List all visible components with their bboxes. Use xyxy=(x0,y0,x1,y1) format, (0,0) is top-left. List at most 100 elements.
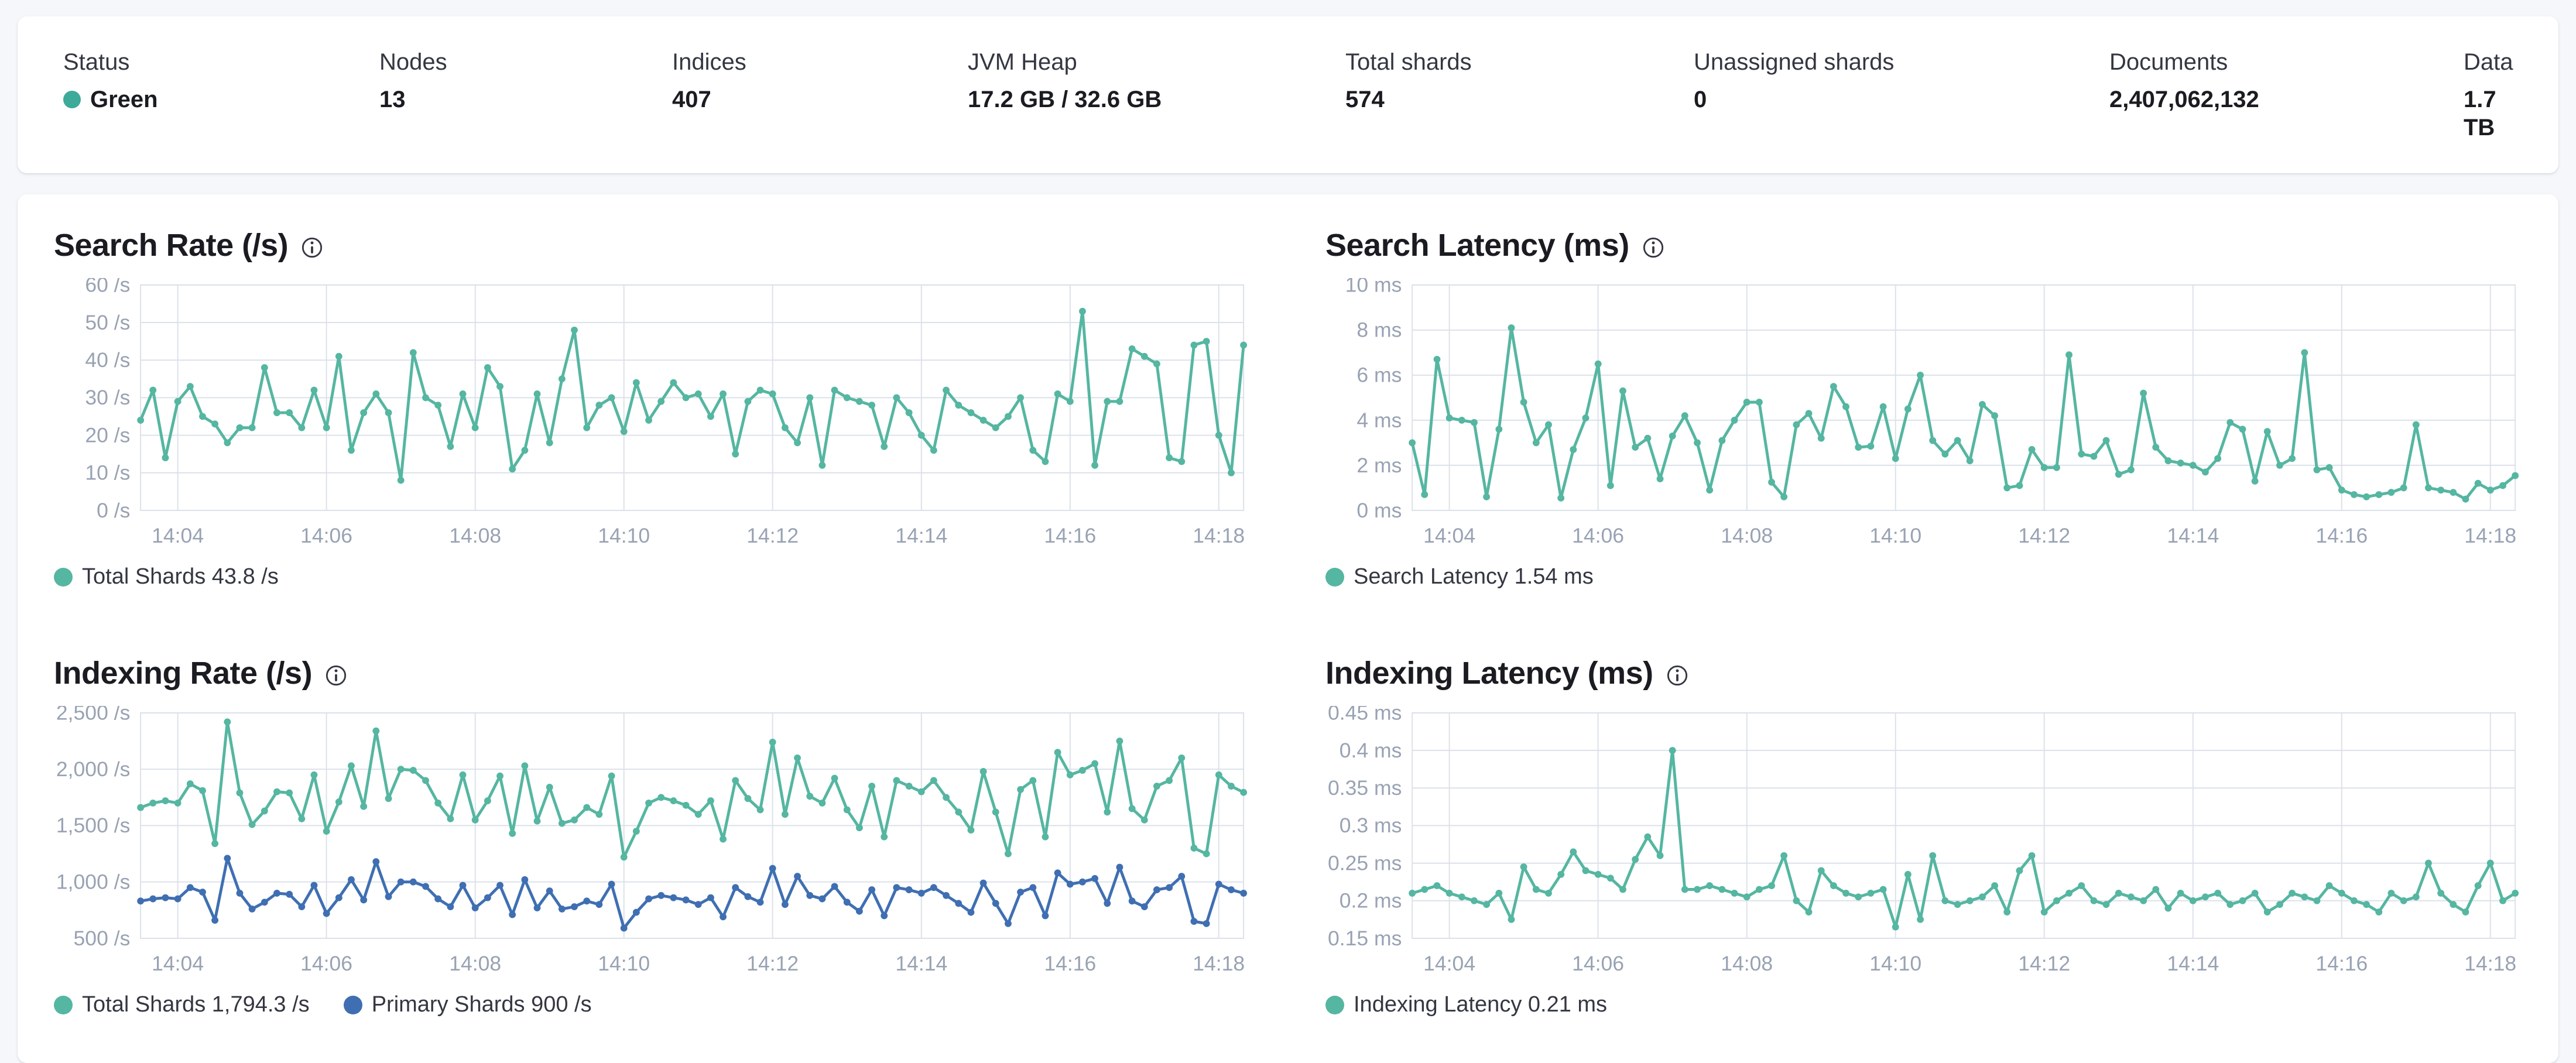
data-point-marker xyxy=(1706,486,1714,494)
data-point-marker xyxy=(2065,890,2073,897)
y-axis-tick-label: 0 ms xyxy=(1356,499,1402,522)
x-axis-tick-label: 14:12 xyxy=(746,952,799,976)
data-point-marker xyxy=(682,896,690,904)
data-point-marker xyxy=(2400,897,2407,904)
legend-item[interactable]: Indexing Latency 0.21 ms xyxy=(1325,992,1607,1019)
data-point-marker xyxy=(732,777,739,784)
data-point-marker xyxy=(409,879,417,886)
stat-value: 407 xyxy=(672,87,711,112)
search-rate-line-chart[interactable]: 60 /s 50 /s 40 /s 30 /s 20 /s 10 /s 0 /s 14:04 1… xyxy=(54,278,1251,557)
y-axis-tick-label: 0.2 ms xyxy=(1340,889,1402,913)
data-point-marker xyxy=(1941,897,1949,904)
y-axis-tick-label: 2 ms xyxy=(1356,454,1402,477)
indexing-latency-line-chart[interactable]: 0.45 ms 0.4 ms 0.35 ms 0.3 ms 0.25 ms 0.2 ms 0… xyxy=(1325,706,2522,985)
data-point-marker xyxy=(1743,399,1751,406)
data-point-marker xyxy=(533,904,541,912)
data-point-marker xyxy=(137,417,145,424)
data-point-marker xyxy=(2078,882,2085,890)
data-point-marker xyxy=(1594,871,1602,879)
data-point-marker xyxy=(670,894,677,901)
indexing-rate-line-chart[interactable]: 2,500 /s 2,000 /s 1,500 /s 1,000 /s 500 /s 14… xyxy=(54,706,1251,985)
data-point-marker xyxy=(1842,403,1849,411)
data-point-marker xyxy=(1718,886,1726,893)
data-point-marker xyxy=(273,788,280,795)
data-point-marker xyxy=(248,821,256,828)
line-chart-svg: 2,500 /s 2,000 /s 1,500 /s 1,000 /s 500 /s 14… xyxy=(56,706,1248,976)
panel-search-rate: Search Rate (/s) 60 /s 50 /s 40 /s 30 /s 20 … xyxy=(54,228,1251,591)
data-point-marker xyxy=(1215,880,1222,888)
x-axis-tick-label: 14:06 xyxy=(300,952,352,976)
data-point-marker xyxy=(1644,435,1652,443)
legend-item[interactable]: Primary Shards 900 /s xyxy=(343,992,592,1019)
data-point-marker xyxy=(2189,462,2197,469)
data-point-marker xyxy=(1694,886,1701,893)
data-point-marker xyxy=(1780,493,1788,501)
data-point-marker xyxy=(447,815,454,823)
data-point-marker xyxy=(992,424,999,432)
data-point-marker xyxy=(2375,908,2383,916)
data-point-marker xyxy=(149,800,157,807)
data-point-marker xyxy=(199,787,206,794)
data-point-marker xyxy=(2301,893,2308,901)
data-point-marker xyxy=(2512,890,2519,897)
legend-item[interactable]: Search Latency 1.54 ms xyxy=(1325,564,1594,591)
info-icon[interactable] xyxy=(325,664,347,687)
data-point-marker xyxy=(595,402,603,409)
data-point-marker xyxy=(558,819,566,827)
data-point-marker xyxy=(360,409,368,417)
data-point-marker xyxy=(310,771,318,779)
data-point-marker xyxy=(1128,805,1136,812)
chart-title: Indexing Latency (ms) xyxy=(1325,655,1653,691)
data-point-marker xyxy=(645,895,652,903)
data-point-marker xyxy=(806,394,814,402)
data-point-marker xyxy=(2313,897,2321,904)
x-axis-tick-label: 14:10 xyxy=(1869,524,1921,548)
y-axis-tick-label: 6 ms xyxy=(1356,364,1402,387)
data-point-marker xyxy=(323,910,330,917)
data-point-marker xyxy=(967,827,975,834)
data-point-marker xyxy=(1029,884,1037,891)
data-point-marker xyxy=(1104,900,1111,907)
data-point-marker xyxy=(905,886,913,894)
data-point-marker xyxy=(2251,478,2259,485)
data-point-marker xyxy=(1066,398,1074,406)
data-point-marker xyxy=(1879,403,1887,411)
data-point-marker xyxy=(1694,439,1701,447)
legend-item[interactable]: Total Shards 43.8 /s xyxy=(54,564,279,591)
data-point-marker xyxy=(1941,451,1949,458)
data-point-marker xyxy=(2474,480,2482,488)
data-point-marker xyxy=(1054,869,1061,877)
data-point-marker xyxy=(211,840,219,848)
data-point-marker xyxy=(1532,886,1540,893)
x-axis-tick-label: 14:10 xyxy=(1869,952,1921,976)
x-axis-tick-label: 14:12 xyxy=(2018,952,2070,976)
data-point-marker xyxy=(694,901,702,908)
data-point-marker xyxy=(459,390,467,398)
data-point-marker xyxy=(2486,486,2494,494)
search-latency-line-chart[interactable]: 10 ms 8 ms 6 ms 4 ms 2 ms 0 ms 14:04 14:06 14:08… xyxy=(1325,278,2522,557)
y-axis-tick-label: 2,500 /s xyxy=(56,706,130,725)
info-icon[interactable] xyxy=(301,236,323,259)
stat-value: 2,407,062,132 xyxy=(2109,87,2259,112)
data-point-marker xyxy=(943,892,950,900)
data-point-marker xyxy=(1153,361,1160,368)
data-point-marker xyxy=(1755,399,1763,406)
legend-item[interactable]: Total Shards 1,794.3 /s xyxy=(54,992,310,1019)
data-point-marker xyxy=(2325,464,2333,472)
data-point-marker xyxy=(657,892,665,900)
x-axis-tick-label: 14:12 xyxy=(746,524,799,548)
data-point-marker xyxy=(2078,451,2085,458)
data-point-marker xyxy=(2338,890,2345,897)
data-point-marker xyxy=(1017,786,1025,794)
data-point-marker xyxy=(2053,897,2060,904)
data-point-marker xyxy=(917,432,925,439)
data-point-marker xyxy=(385,795,392,803)
data-point-marker xyxy=(2040,464,2048,472)
info-icon[interactable] xyxy=(1666,664,1688,687)
data-point-marker xyxy=(1619,886,1626,893)
data-point-marker xyxy=(2412,893,2420,901)
data-point-marker xyxy=(818,800,826,807)
data-point-marker xyxy=(521,447,529,454)
info-icon[interactable] xyxy=(1642,236,1664,259)
data-point-marker xyxy=(422,777,429,784)
